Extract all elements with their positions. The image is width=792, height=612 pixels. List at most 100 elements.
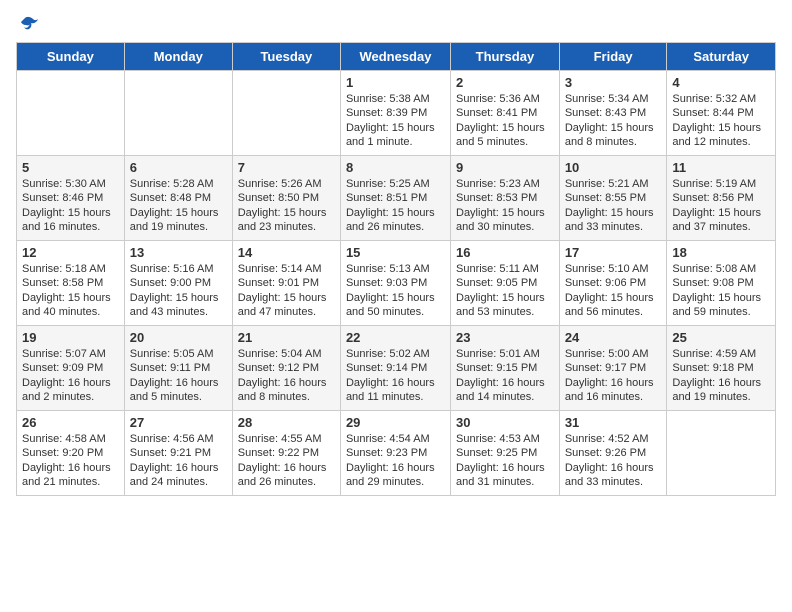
day-info-line: Sunset: 9:21 PM (130, 446, 227, 460)
day-info-line: Daylight: 15 hours and 33 minutes. (565, 206, 662, 235)
day-info-line: Daylight: 15 hours and 26 minutes. (346, 206, 445, 235)
calendar-cell-1-1 (17, 71, 125, 156)
day-info-line: Daylight: 16 hours and 19 minutes. (672, 376, 770, 405)
day-number: 23 (456, 330, 554, 345)
day-info-line: Sunrise: 5:30 AM (22, 177, 119, 191)
day-info-line: Sunset: 8:58 PM (22, 276, 119, 290)
day-info-line: Sunrise: 5:11 AM (456, 262, 554, 276)
day-number: 22 (346, 330, 445, 345)
page-header (16, 16, 776, 34)
column-header-monday: Monday (124, 43, 232, 71)
day-info-line: Sunset: 8:46 PM (22, 191, 119, 205)
day-info-line: Daylight: 15 hours and 16 minutes. (22, 206, 119, 235)
calendar-cell-2-7: 11Sunrise: 5:19 AMSunset: 8:56 PMDayligh… (667, 156, 776, 241)
day-info-line: Sunrise: 5:13 AM (346, 262, 445, 276)
day-number: 24 (565, 330, 662, 345)
calendar-cell-4-7: 25Sunrise: 4:59 AMSunset: 9:18 PMDayligh… (667, 326, 776, 411)
day-info-line: Daylight: 15 hours and 5 minutes. (456, 121, 554, 150)
day-number: 8 (346, 160, 445, 175)
day-info-line: Daylight: 16 hours and 14 minutes. (456, 376, 554, 405)
day-info-line: Daylight: 15 hours and 37 minutes. (672, 206, 770, 235)
day-info-line: Sunrise: 4:53 AM (456, 432, 554, 446)
day-number: 9 (456, 160, 554, 175)
day-number: 6 (130, 160, 227, 175)
column-header-wednesday: Wednesday (340, 43, 450, 71)
day-info-line: Sunrise: 5:05 AM (130, 347, 227, 361)
calendar-cell-2-4: 8Sunrise: 5:25 AMSunset: 8:51 PMDaylight… (340, 156, 450, 241)
day-info-line: Sunrise: 5:18 AM (22, 262, 119, 276)
day-info-line: Sunrise: 4:59 AM (672, 347, 770, 361)
calendar-cell-5-7 (667, 411, 776, 496)
day-info-line: Daylight: 15 hours and 59 minutes. (672, 291, 770, 320)
day-info-line: Sunrise: 5:21 AM (565, 177, 662, 191)
day-info-line: Daylight: 15 hours and 43 minutes. (130, 291, 227, 320)
day-info-line: Sunset: 8:48 PM (130, 191, 227, 205)
day-info-line: Sunset: 9:15 PM (456, 361, 554, 375)
day-info-line: Sunset: 9:20 PM (22, 446, 119, 460)
day-info-line: Sunrise: 5:02 AM (346, 347, 445, 361)
day-number: 28 (238, 415, 335, 430)
day-info-line: Sunset: 8:53 PM (456, 191, 554, 205)
day-info-line: Sunset: 9:26 PM (565, 446, 662, 460)
day-info-line: Sunrise: 5:34 AM (565, 92, 662, 106)
day-info-line: Sunset: 8:41 PM (456, 106, 554, 120)
day-info-line: Daylight: 16 hours and 2 minutes. (22, 376, 119, 405)
day-info-line: Daylight: 15 hours and 23 minutes. (238, 206, 335, 235)
day-info-line: Sunrise: 5:36 AM (456, 92, 554, 106)
calendar-cell-2-1: 5Sunrise: 5:30 AMSunset: 8:46 PMDaylight… (17, 156, 125, 241)
calendar-cell-3-3: 14Sunrise: 5:14 AMSunset: 9:01 PMDayligh… (232, 241, 340, 326)
day-number: 20 (130, 330, 227, 345)
day-info-line: Sunrise: 4:55 AM (238, 432, 335, 446)
day-info-line: Sunset: 9:01 PM (238, 276, 335, 290)
day-info-line: Daylight: 15 hours and 8 minutes. (565, 121, 662, 150)
calendar-table: SundayMondayTuesdayWednesdayThursdayFrid… (16, 42, 776, 496)
calendar-cell-2-2: 6Sunrise: 5:28 AMSunset: 8:48 PMDaylight… (124, 156, 232, 241)
day-info-line: Sunset: 9:14 PM (346, 361, 445, 375)
day-info-line: Sunset: 8:51 PM (346, 191, 445, 205)
calendar-cell-3-1: 12 Sunrise: 5:18 AMSunset: 8:58 PMDayligh… (17, 241, 125, 326)
calendar-cell-3-7: 18Sunrise: 5:08 AMSunset: 9:08 PMDayligh… (667, 241, 776, 326)
day-info-line: Sunrise: 5:10 AM (565, 262, 662, 276)
day-info-line: Daylight: 15 hours and 47 minutes. (238, 291, 335, 320)
day-info-line: Sunrise: 5:23 AM (456, 177, 554, 191)
day-number: 26 (22, 415, 119, 430)
day-info-line: Daylight: 15 hours and 53 minutes. (456, 291, 554, 320)
day-info-line: Sunset: 9:17 PM (565, 361, 662, 375)
day-info-line: Daylight: 15 hours and 1 minute. (346, 121, 445, 150)
day-info-line: Sunset: 8:44 PM (672, 106, 770, 120)
day-number: 31 (565, 415, 662, 430)
calendar-cell-4-1: 19Sunrise: 5:07 AMSunset: 9:09 PMDayligh… (17, 326, 125, 411)
day-info-line: Sunrise: 5:07 AM (22, 347, 119, 361)
calendar-cell-5-4: 29Sunrise: 4:54 AMSunset: 9:23 PMDayligh… (340, 411, 450, 496)
day-number: 14 (238, 245, 335, 260)
calendar-cell-1-4: 1Sunrise: 5:38 AMSunset: 8:39 PMDaylight… (340, 71, 450, 156)
day-info-line: Sunrise: 5:28 AM (130, 177, 227, 191)
calendar-cell-3-2: 13Sunrise: 5:16 AMSunset: 9:00 PMDayligh… (124, 241, 232, 326)
day-info-line: Sunset: 9:06 PM (565, 276, 662, 290)
day-info-line: Daylight: 16 hours and 16 minutes. (565, 376, 662, 405)
day-number: 13 (130, 245, 227, 260)
day-info-line: Daylight: 16 hours and 31 minutes. (456, 461, 554, 490)
day-info-line: Sunset: 9:12 PM (238, 361, 335, 375)
day-info-line: Daylight: 15 hours and 40 minutes. (22, 291, 119, 320)
column-header-sunday: Sunday (17, 43, 125, 71)
calendar-cell-1-2 (124, 71, 232, 156)
day-info-line: Daylight: 16 hours and 8 minutes. (238, 376, 335, 405)
day-number: 4 (672, 75, 770, 90)
column-header-friday: Friday (559, 43, 667, 71)
day-number: 10 (565, 160, 662, 175)
day-info-line: Sunrise: 5:26 AM (238, 177, 335, 191)
day-number: 27 (130, 415, 227, 430)
day-number: 12 (22, 245, 119, 260)
calendar-cell-2-6: 10Sunrise: 5:21 AMSunset: 8:55 PMDayligh… (559, 156, 667, 241)
column-header-saturday: Saturday (667, 43, 776, 71)
day-info-line: Sunset: 8:43 PM (565, 106, 662, 120)
calendar-cell-4-2: 20Sunrise: 5:05 AMSunset: 9:11 PMDayligh… (124, 326, 232, 411)
logo-bird-icon (17, 16, 39, 34)
day-info-line: Sunrise: 4:54 AM (346, 432, 445, 446)
day-info-line: Sunrise: 5:19 AM (672, 177, 770, 191)
calendar-cell-5-6: 31Sunrise: 4:52 AMSunset: 9:26 PMDayligh… (559, 411, 667, 496)
day-info-line: Sunset: 8:39 PM (346, 106, 445, 120)
day-info-line: Daylight: 16 hours and 11 minutes. (346, 376, 445, 405)
day-number: 18 (672, 245, 770, 260)
